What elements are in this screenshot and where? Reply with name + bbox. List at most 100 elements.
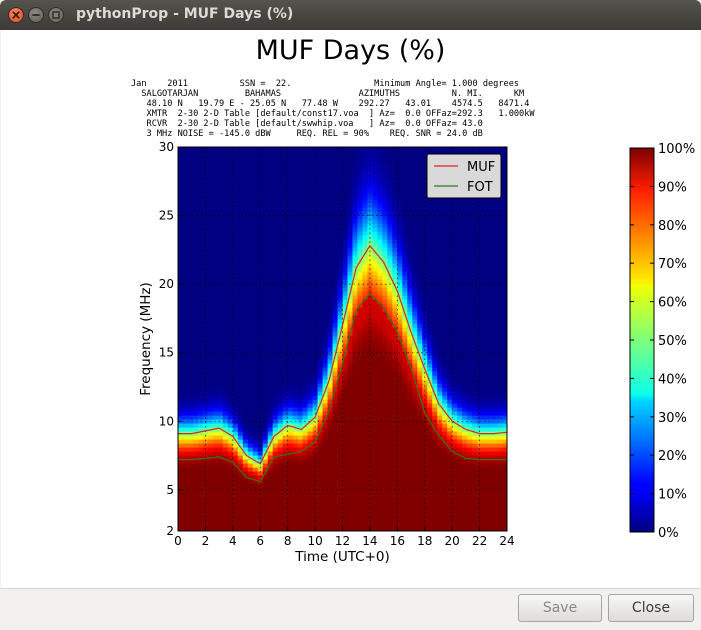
heatmap-cell (322, 439, 329, 444)
heatmap-cell (252, 427, 259, 432)
heatmap-cell (237, 291, 244, 296)
heatmap-cell (432, 499, 438, 504)
heatmap-cell (272, 335, 279, 340)
heatmap-cell (252, 339, 259, 344)
heatmap-cell (252, 231, 259, 236)
heatmap-cell (372, 351, 378, 356)
heatmap-cell (322, 255, 329, 260)
heatmap-cell (372, 287, 378, 292)
heatmap-cell (272, 507, 279, 512)
heatmap-cell (347, 231, 354, 236)
heatmap-cell (237, 299, 244, 304)
heatmap-cell (192, 191, 199, 196)
heatmap-cell (322, 351, 329, 356)
heatmap-cell (402, 235, 408, 240)
heatmap-cell (182, 315, 189, 320)
heatmap-cell (217, 227, 224, 232)
heatmap-cell (302, 463, 309, 468)
heatmap-cell (322, 407, 329, 412)
heatmap-cell (262, 387, 269, 392)
heatmap-cell (267, 155, 274, 160)
heatmap-cell (292, 187, 299, 192)
heatmap-cell (197, 295, 204, 300)
heatmap-cell (417, 491, 423, 496)
heatmap-cell (292, 331, 299, 336)
heatmap-cell (357, 147, 364, 152)
heatmap-cell (247, 323, 254, 328)
heatmap-cell (302, 295, 309, 300)
heatmap-cell (187, 279, 194, 284)
heatmap-cell (187, 387, 194, 392)
heatmap-cell (357, 339, 364, 344)
heatmap-cell (317, 443, 324, 448)
heatmap-cell (292, 163, 299, 168)
heatmap-cell (287, 475, 294, 480)
heatmap-cell (222, 275, 229, 280)
heatmap-cell (382, 431, 388, 436)
heatmap-cell (387, 227, 393, 232)
heatmap-cell (252, 303, 259, 308)
heatmap-cell (287, 203, 294, 208)
heatmap-cell (217, 167, 224, 172)
heatmap-cell (277, 519, 284, 524)
heatmap-cell (342, 391, 349, 396)
heatmap-cell (212, 363, 219, 368)
heatmap-cell (432, 263, 438, 268)
heatmap-cell (432, 403, 438, 408)
heatmap-cell (222, 439, 229, 444)
heatmap-cell (252, 183, 259, 188)
heatmap-cell (327, 171, 334, 176)
heatmap-cell (297, 151, 304, 156)
heatmap-cell (242, 271, 249, 276)
heatmap-cell (262, 407, 269, 412)
heatmap-cell (302, 435, 309, 440)
heatmap-cell (427, 399, 433, 404)
heatmap-cell (352, 283, 359, 288)
heatmap-cell (287, 151, 294, 156)
heatmap-cell (287, 383, 294, 388)
heatmap-cell (192, 307, 199, 312)
heatmap-cell (182, 343, 189, 348)
heatmap-cell (182, 483, 189, 488)
heatmap-cell (237, 255, 244, 260)
heatmap-cell (212, 451, 219, 456)
heatmap-cell (292, 283, 299, 288)
heatmap-cell (357, 291, 364, 296)
heatmap-cell (187, 339, 194, 344)
heatmap-cell (192, 319, 199, 324)
heatmap-cell (327, 259, 334, 264)
heatmap-cell (357, 523, 364, 528)
heatmap-cell (307, 311, 314, 316)
heatmap-cell (217, 283, 224, 288)
heatmap-cell (387, 427, 393, 432)
heatmap-cell (182, 451, 189, 456)
heatmap-cell (377, 475, 383, 480)
heatmap-cell (332, 295, 339, 300)
heatmap-cell (347, 255, 354, 260)
heatmap-cell (377, 467, 383, 472)
heatmap-cell (387, 251, 393, 256)
heatmap-cell (397, 327, 403, 332)
heatmap-cell (427, 207, 433, 212)
heatmap-cell (252, 359, 259, 364)
heatmap-cell (332, 211, 339, 216)
heatmap-cell (397, 371, 403, 376)
heatmap-cell (178, 423, 184, 428)
heatmap-cell (307, 447, 314, 452)
heatmap-cell (397, 419, 403, 424)
heatmap-cell (207, 523, 214, 528)
heatmap-cell (382, 207, 388, 212)
heatmap-cell (232, 415, 239, 420)
heatmap-cell (322, 239, 329, 244)
heatmap-cell (232, 235, 239, 240)
heatmap-cell (178, 487, 184, 492)
heatmap-cell (242, 247, 249, 252)
heatmap-cell (317, 451, 324, 456)
heatmap-cell (242, 351, 249, 356)
heatmap-cell (327, 351, 334, 356)
heatmap-cell (412, 211, 418, 216)
heatmap-cell (357, 439, 364, 444)
heatmap-cell (387, 339, 393, 344)
heatmap-cell (212, 255, 219, 260)
heatmap-cell (362, 187, 369, 192)
